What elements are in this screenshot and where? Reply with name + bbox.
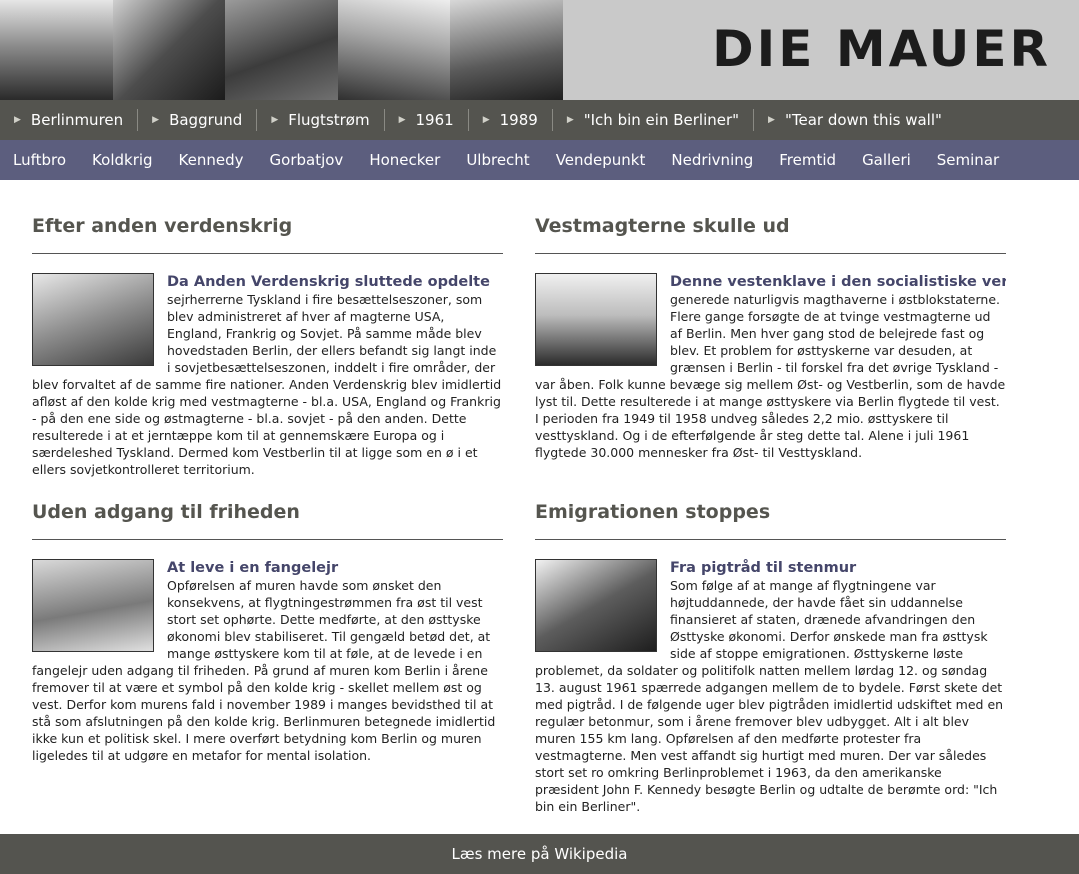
article-title: At leve i en fangelejr bbox=[167, 560, 339, 576]
triangle-right-icon: ▶ bbox=[482, 115, 490, 125]
triangle-right-icon: ▶ bbox=[152, 115, 160, 125]
section-divider bbox=[535, 539, 1006, 540]
primary-nav-item-ich-bin-ein-berliner[interactable]: ▶ "Ich bin ein Berliner" bbox=[566, 109, 755, 131]
primary-nav-item-baggrund[interactable]: ▶ Baggrund bbox=[152, 109, 258, 131]
article-image-wall-construction bbox=[535, 559, 657, 652]
secondary-nav-item-vendepunkt[interactable]: Vendepunkt bbox=[556, 151, 646, 169]
header-photo-street bbox=[450, 0, 563, 100]
section-vestmagterne-skulle-ud: Vestmagterne skulle ud Denne vestenklave… bbox=[535, 209, 1006, 461]
secondary-nav-item-luftbro[interactable]: Luftbro bbox=[13, 151, 66, 169]
primary-nav-label: Baggrund bbox=[169, 111, 243, 129]
secondary-nav-item-honecker[interactable]: Honecker bbox=[369, 151, 440, 169]
header-photo-checkpoint bbox=[0, 0, 113, 100]
section-heading: Emigrationen stoppes bbox=[535, 501, 771, 523]
site-logo[interactable]: DIE MAUER bbox=[712, 18, 1051, 80]
section-efter-anden-verdenskrig: Efter anden verdenskrig Da Anden Verdens… bbox=[32, 209, 503, 478]
site-header: DIE MAUER bbox=[0, 0, 1079, 100]
primary-nav-label: 1989 bbox=[499, 111, 538, 129]
secondary-nav-item-kennedy[interactable]: Kennedy bbox=[179, 151, 244, 169]
section-heading: Efter anden verdenskrig bbox=[32, 215, 293, 237]
section-divider bbox=[32, 253, 503, 254]
header-photo-crowd bbox=[225, 0, 338, 100]
secondary-nav-item-seminar[interactable]: Seminar bbox=[937, 151, 999, 169]
article: At leve i en fangelejr Opførelsen af mur… bbox=[32, 559, 503, 764]
article-title: Denne vestenklave i den socialistiske ve… bbox=[670, 274, 1006, 290]
site-footer: Læs mere på Wikipedia bbox=[0, 834, 1079, 874]
article: Denne vestenklave i den socialistiske ve… bbox=[535, 273, 1006, 461]
secondary-nav: Luftbro Koldkrig Kennedy Gorbatjov Honec… bbox=[0, 140, 1079, 180]
article-title: Fra pigtråd til stenmur bbox=[670, 560, 857, 576]
secondary-nav-item-ulbrecht[interactable]: Ulbrecht bbox=[466, 151, 529, 169]
triangle-right-icon: ▶ bbox=[271, 115, 279, 125]
primary-nav-item-tear-down-this-wall[interactable]: ▶ "Tear down this wall" bbox=[768, 109, 956, 131]
primary-nav-item-berlinmuren[interactable]: ▶ Berlinmuren bbox=[14, 109, 139, 131]
wikipedia-link[interactable]: Læs mere på Wikipedia bbox=[452, 845, 628, 863]
secondary-nav-item-galleri[interactable]: Galleri bbox=[862, 151, 911, 169]
article: Fra pigtråd til stenmur Som følge af at … bbox=[535, 559, 1006, 815]
article-image-brandenburg-gate bbox=[535, 273, 657, 366]
section-uden-adgang-til-friheden: Uden adgang til friheden At leve i en fa… bbox=[32, 495, 503, 764]
header-photo-strip bbox=[0, 0, 563, 100]
primary-nav-item-1961[interactable]: ▶ 1961 bbox=[399, 109, 469, 131]
section-divider bbox=[535, 253, 1006, 254]
header-photo-tanks bbox=[337, 0, 451, 100]
article-title: Da Anden Verdenskrig sluttede opdelte bbox=[167, 274, 490, 290]
primary-nav-label: Flugtstrøm bbox=[288, 111, 370, 129]
triangle-right-icon: ▶ bbox=[768, 115, 775, 125]
section-heading: Vestmagterne skulle ud bbox=[535, 215, 790, 237]
secondary-nav-item-koldkrig[interactable]: Koldkrig bbox=[92, 151, 153, 169]
primary-nav-item-flugtstrom[interactable]: ▶ Flugtstrøm bbox=[271, 109, 385, 131]
primary-nav-label: Berlinmuren bbox=[30, 111, 124, 129]
section-divider bbox=[32, 539, 503, 540]
triangle-right-icon: ▶ bbox=[566, 115, 574, 125]
triangle-right-icon: ▶ bbox=[398, 115, 406, 125]
article: Da Anden Verdenskrig sluttede opdelte se… bbox=[32, 273, 503, 478]
primary-nav-label: "Tear down this wall" bbox=[784, 111, 942, 129]
article-image-barbed-wire bbox=[32, 559, 154, 652]
logo-area: DIE MAUER bbox=[563, 0, 1079, 100]
primary-nav-item-1989[interactable]: ▶ 1989 bbox=[483, 109, 553, 131]
article-image-wall-sign bbox=[32, 273, 154, 366]
triangle-right-icon: ▶ bbox=[14, 115, 21, 125]
secondary-nav-item-fremtid[interactable]: Fremtid bbox=[779, 151, 836, 169]
secondary-nav-item-gorbatjov[interactable]: Gorbatjov bbox=[270, 151, 344, 169]
header-photo-soldiers bbox=[112, 0, 226, 100]
section-heading: Uden adgang til friheden bbox=[32, 501, 300, 523]
section-emigrationen-stoppes: Emigrationen stoppes Fra pigtråd til ste… bbox=[535, 495, 1006, 815]
secondary-nav-item-nedrivning[interactable]: Nedrivning bbox=[671, 151, 753, 169]
primary-nav-label: 1961 bbox=[415, 111, 454, 129]
primary-nav-label: "Ich bin ein Berliner" bbox=[583, 111, 740, 129]
primary-nav: ▶ Berlinmuren ▶ Baggrund ▶ Flugtstrøm ▶ 1961… bbox=[0, 100, 1079, 140]
